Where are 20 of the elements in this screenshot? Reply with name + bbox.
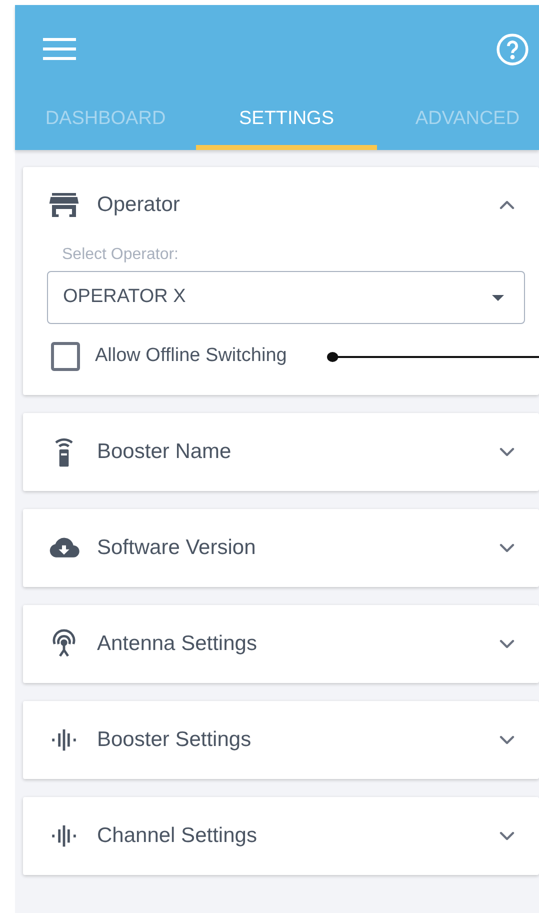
menu-icon[interactable] — [43, 38, 76, 60]
section-header[interactable]: Channel Settings — [23, 797, 539, 875]
section-header[interactable]: Booster Settings — [23, 701, 539, 779]
section-header[interactable]: Antenna Settings — [23, 605, 539, 683]
section-header[interactable]: Operator — [23, 167, 539, 243]
select-value: OPERATOR X — [63, 285, 187, 310]
offline-checkbox[interactable] — [51, 342, 80, 371]
checkbox-label: Allow Offline Switching — [95, 344, 287, 368]
section-title: Booster Settings — [97, 727, 252, 754]
section-title: Operator — [97, 192, 181, 218]
operator-select[interactable]: OPERATOR X — [47, 271, 525, 324]
section-title: Booster Name — [97, 439, 232, 466]
section-header[interactable]: Software Version — [23, 509, 539, 587]
section-title: Antenna Settings — [97, 631, 258, 658]
section-header[interactable]: Booster Name — [23, 413, 539, 491]
section-title: Software Version — [97, 535, 257, 562]
section-title: Channel Settings — [97, 823, 258, 850]
field-label: Select Operator: — [62, 245, 180, 265]
help-icon[interactable] — [496, 32, 529, 66]
dropdown-caret-icon — [492, 294, 504, 300]
